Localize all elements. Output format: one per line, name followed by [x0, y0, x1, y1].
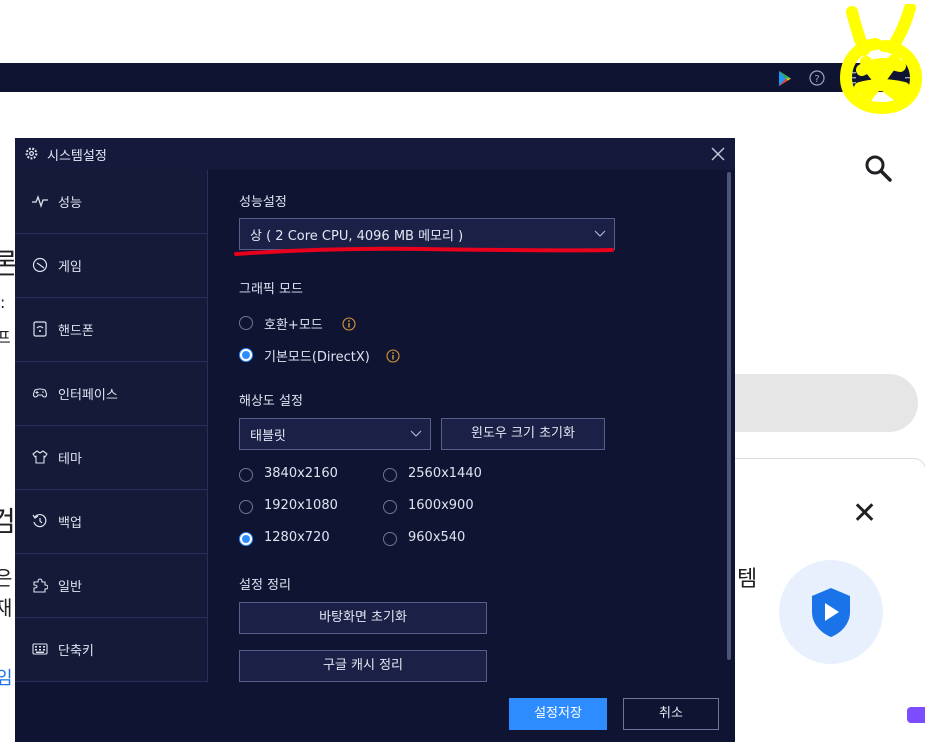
svg-text:?: ? [814, 74, 819, 85]
radio-button[interactable] [239, 468, 253, 482]
info-icon[interactable] [386, 348, 400, 363]
info-icon[interactable] [342, 316, 356, 331]
resolution-option[interactable]: 960x540 [383, 530, 493, 550]
radio-label: 3840x2160 [264, 466, 338, 481]
help-icon[interactable]: ? [806, 67, 828, 89]
game-icon [32, 257, 48, 273]
resolution-option[interactable]: 1920x1080 [239, 498, 349, 518]
clear-google-cache-button[interactable]: 구글 캐시 정리 [239, 650, 487, 682]
yellow-annotation [840, 4, 922, 114]
sidebar-item-shortcuts[interactable]: 단축키 [15, 618, 207, 682]
graphics-option-compat[interactable]: 호환+모드 [239, 314, 389, 334]
sidebar-item-label: 성능 [58, 196, 82, 211]
bg-fragment: 프 [0, 328, 11, 347]
radio-button-selected[interactable] [239, 532, 253, 546]
sidebar-item-phone[interactable]: 핸드폰 [15, 298, 207, 362]
sidebar-item-interface[interactable]: 인터페이스 [15, 362, 207, 426]
sidebar-item-game[interactable]: 게임 [15, 234, 207, 298]
graphics-option-directx[interactable]: 기본모드(DirectX) [239, 346, 439, 366]
shield-badge [779, 560, 883, 664]
sidebar-item-general[interactable]: 일반 [15, 554, 207, 618]
sidebar-item-backup[interactable]: 백업 [15, 490, 207, 554]
device-type-select[interactable]: 태블릿 [239, 418, 431, 450]
gear-icon [24, 146, 39, 165]
close-icon[interactable] [709, 145, 727, 163]
cancel-button[interactable]: 취소 [623, 698, 719, 730]
bg-corner-badge [907, 707, 925, 723]
phone-icon [32, 321, 48, 337]
resolution-option[interactable]: 1280x720 [239, 530, 349, 550]
settings-sidebar: 성능 게임 핸드폰 인터페이스 테마 백업 일반 단축키 [15, 170, 208, 682]
radio-label: 2560x1440 [408, 466, 482, 481]
sidebar-item-label: 단축키 [58, 644, 94, 659]
gamepad-icon [32, 385, 48, 401]
play-store-icon[interactable] [774, 67, 796, 89]
chevron-down-icon [594, 227, 606, 242]
reset-desktop-button[interactable]: 바탕화면 초기화 [239, 602, 487, 634]
sidebar-item-label: 게임 [58, 260, 82, 275]
bg-fragment: 템 [737, 567, 758, 592]
sidebar-item-performance[interactable]: 성능 [15, 170, 207, 234]
dialog-title: 시스템설정 [47, 149, 107, 164]
bg-fragment: 재 [0, 596, 13, 620]
scrollbar-thumb[interactable] [727, 172, 731, 660]
resolution-option[interactable]: 1600x900 [383, 498, 493, 518]
bg-close-icon[interactable]: ✕ [852, 496, 877, 531]
performance-section-title: 성능설정 [239, 195, 287, 210]
sidebar-item-label: 테마 [58, 452, 82, 467]
resolution-option[interactable]: 2560x1440 [383, 466, 493, 486]
radio-button-selected[interactable] [239, 348, 253, 362]
red-underline-annotation [234, 246, 614, 256]
reset-window-size-button[interactable]: 윈도우 크기 초기화 [441, 418, 605, 450]
performance-icon [32, 193, 48, 209]
save-settings-button[interactable]: 설정저장 [509, 698, 607, 730]
search-icon[interactable] [862, 152, 894, 188]
dialog-footer: 설정저장 취소 [15, 682, 735, 742]
radio-button[interactable] [383, 500, 397, 514]
chevron-down-icon [410, 427, 422, 442]
sidebar-item-theme[interactable]: 테마 [15, 426, 207, 490]
cleanup-section-title: 설정 정리 [239, 578, 291, 593]
radio-button[interactable] [383, 468, 397, 482]
graphics-section-title: 그래픽 모드 [239, 282, 303, 297]
sidebar-item-label: 인터페이스 [58, 388, 118, 403]
radio-label: 기본모드(DirectX) [264, 350, 370, 365]
bg-fragment: 은 [0, 566, 13, 590]
system-settings-dialog: 시스템설정 성능 게임 핸드폰 인터페이스 테마 백업 일반 단축키 성능설정 … [15, 138, 735, 742]
resolution-option[interactable]: 3840x2160 [239, 466, 349, 486]
keyboard-icon [32, 641, 48, 657]
radio-button[interactable] [239, 316, 253, 330]
radio-button[interactable] [239, 500, 253, 514]
radio-button[interactable] [383, 532, 397, 546]
sidebar-item-label: 일반 [58, 580, 82, 595]
sidebar-item-label: 핸드폰 [58, 324, 94, 339]
radio-label: 1920x1080 [264, 498, 338, 513]
radio-label: 1280x720 [264, 530, 330, 545]
dialog-titlebar[interactable]: 시스템설정 [15, 138, 735, 170]
backup-icon [32, 513, 48, 529]
puzzle-icon [32, 577, 49, 593]
sidebar-item-label: 백업 [58, 516, 82, 531]
shirt-icon [32, 449, 48, 465]
radio-label: 960x540 [408, 530, 466, 545]
emulator-toolbar: ? [0, 63, 917, 92]
bg-fragment: 검 [0, 505, 16, 538]
bg-link-fragment[interactable]: 임 [0, 664, 13, 690]
device-type-value: 태블릿 [250, 429, 286, 444]
resolution-section-title: 해상도 설정 [239, 394, 303, 409]
bg-fragment: : [0, 293, 6, 312]
radio-label: 1600x900 [408, 498, 474, 513]
radio-label: 호환+모드 [264, 318, 323, 333]
